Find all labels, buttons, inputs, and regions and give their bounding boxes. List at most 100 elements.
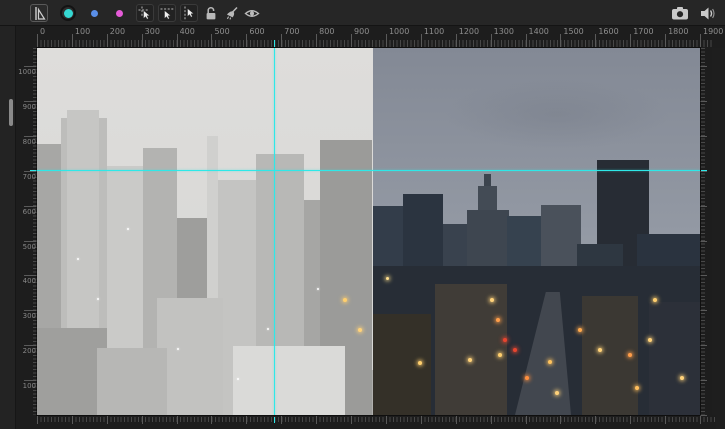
ruler-tick [456,34,457,47]
ruler-tick [526,34,527,47]
ruler-label: 300 [145,27,160,36]
guide-ruler-mark [274,417,275,423]
city-light [498,353,502,357]
ruler-label: 1200 [459,27,479,36]
ruler-label: 500 [214,27,229,36]
camera-icon [671,5,689,21]
ruler-tick [665,34,666,47]
ruler-tick [24,66,37,67]
window-highlight [127,228,129,230]
ruler-tick [107,34,108,47]
city-light [635,386,639,390]
city-light [525,376,529,380]
ruler-tick [316,34,317,47]
ruler-tick [595,34,596,47]
ruler-tick [211,34,212,47]
ruler-label: 700 [16,173,36,181]
city-light [503,338,507,342]
city-light [578,328,582,332]
city-light [386,277,389,280]
ruler-bottom[interactable] [16,415,716,429]
ruler-label: 200 [110,27,125,36]
city-light [548,360,552,364]
city-light [496,318,500,322]
ruler-tick [700,34,701,47]
city-light [490,298,494,302]
city-light [358,328,362,332]
ruler-tick [700,275,707,276]
city-light [598,348,602,352]
ruler-label: 300 [16,312,36,320]
left-panel-strip [0,26,16,429]
ruler-tick [700,380,707,381]
ruler-left[interactable]: 10009008007006005004003002001000 [16,48,37,429]
ruler-label: 600 [249,27,264,36]
ruler-tick [24,275,37,276]
ruler-tick [281,416,282,424]
ruler-tick [24,310,37,311]
ruler-tick [700,345,707,346]
speaker-icon [700,6,716,21]
guide-color-magenta-button[interactable] [116,10,123,17]
lock-guides-button[interactable] [202,4,220,22]
guide-color-cyan-button[interactable] [60,5,76,21]
city-light [513,348,517,352]
city-building [649,302,700,415]
ruler-label: 500 [16,243,36,251]
ruler-label: 200 [16,347,36,355]
top-toolbar [0,0,725,26]
ruler-label: 800 [16,138,36,146]
ruler-tick [665,416,666,424]
audio-button[interactable] [699,4,717,22]
ruler-tick [700,310,707,311]
ruler-tick [595,416,596,424]
ruler-right-minor-ticks [701,48,705,415]
city-light [680,376,684,380]
ruler-tick [700,66,707,67]
city-building [97,348,167,415]
city-building [435,284,507,415]
ruler-label: 1800 [668,27,688,36]
ruler-tick [700,416,701,424]
ruler-tick [72,416,73,424]
ruler-tick [177,416,178,424]
ruler-label: 1700 [633,27,653,36]
cursor-vline-icon [182,6,196,20]
ruler-label: 0 [40,27,45,36]
clear-guides-button[interactable] [222,4,240,22]
drag-guide-vertical-button[interactable] [180,4,198,22]
ruler-tick [211,416,212,424]
guide-ruler-mark [701,170,707,171]
ruler-label: 1100 [424,27,444,36]
city-light [628,353,632,357]
horizontal-guide[interactable] [37,170,700,171]
ruler-right[interactable] [700,48,712,415]
ruler-label: 400 [16,277,36,285]
ruler-tick [560,416,561,424]
window-highlight [267,328,269,330]
ruler-tick [456,416,457,424]
toggle-guides-button[interactable] [243,4,261,22]
ruler-tick [37,416,38,424]
city-light [418,361,422,365]
ruler-tick [491,416,492,424]
ruler-tick [386,416,387,424]
panel-grip[interactable] [9,99,13,126]
eye-icon [244,7,260,20]
guide-color-blue-button[interactable] [91,10,98,17]
ruler-top[interactable]: 0100200300400500600700800900100011001200… [16,26,725,48]
ruler-tick [526,416,527,424]
ruler-label: 400 [180,27,195,36]
set-square-tool-button[interactable] [30,4,48,22]
window-highlight [237,378,239,380]
vertical-guide[interactable] [274,48,275,415]
drag-guide-horizontal-button[interactable] [158,4,176,22]
app-window: { "colors":{ "accent_cyan":"#35d8d2","do… [0,0,725,429]
ruler-label: 800 [319,27,334,36]
cursor-cross-icon [138,6,152,20]
screenshot-button[interactable] [671,4,689,22]
ruler-label: 900 [16,103,36,111]
drag-guides-both-button[interactable] [136,4,154,22]
ruler-tick [142,416,143,424]
guide-ruler-mark [274,40,275,47]
